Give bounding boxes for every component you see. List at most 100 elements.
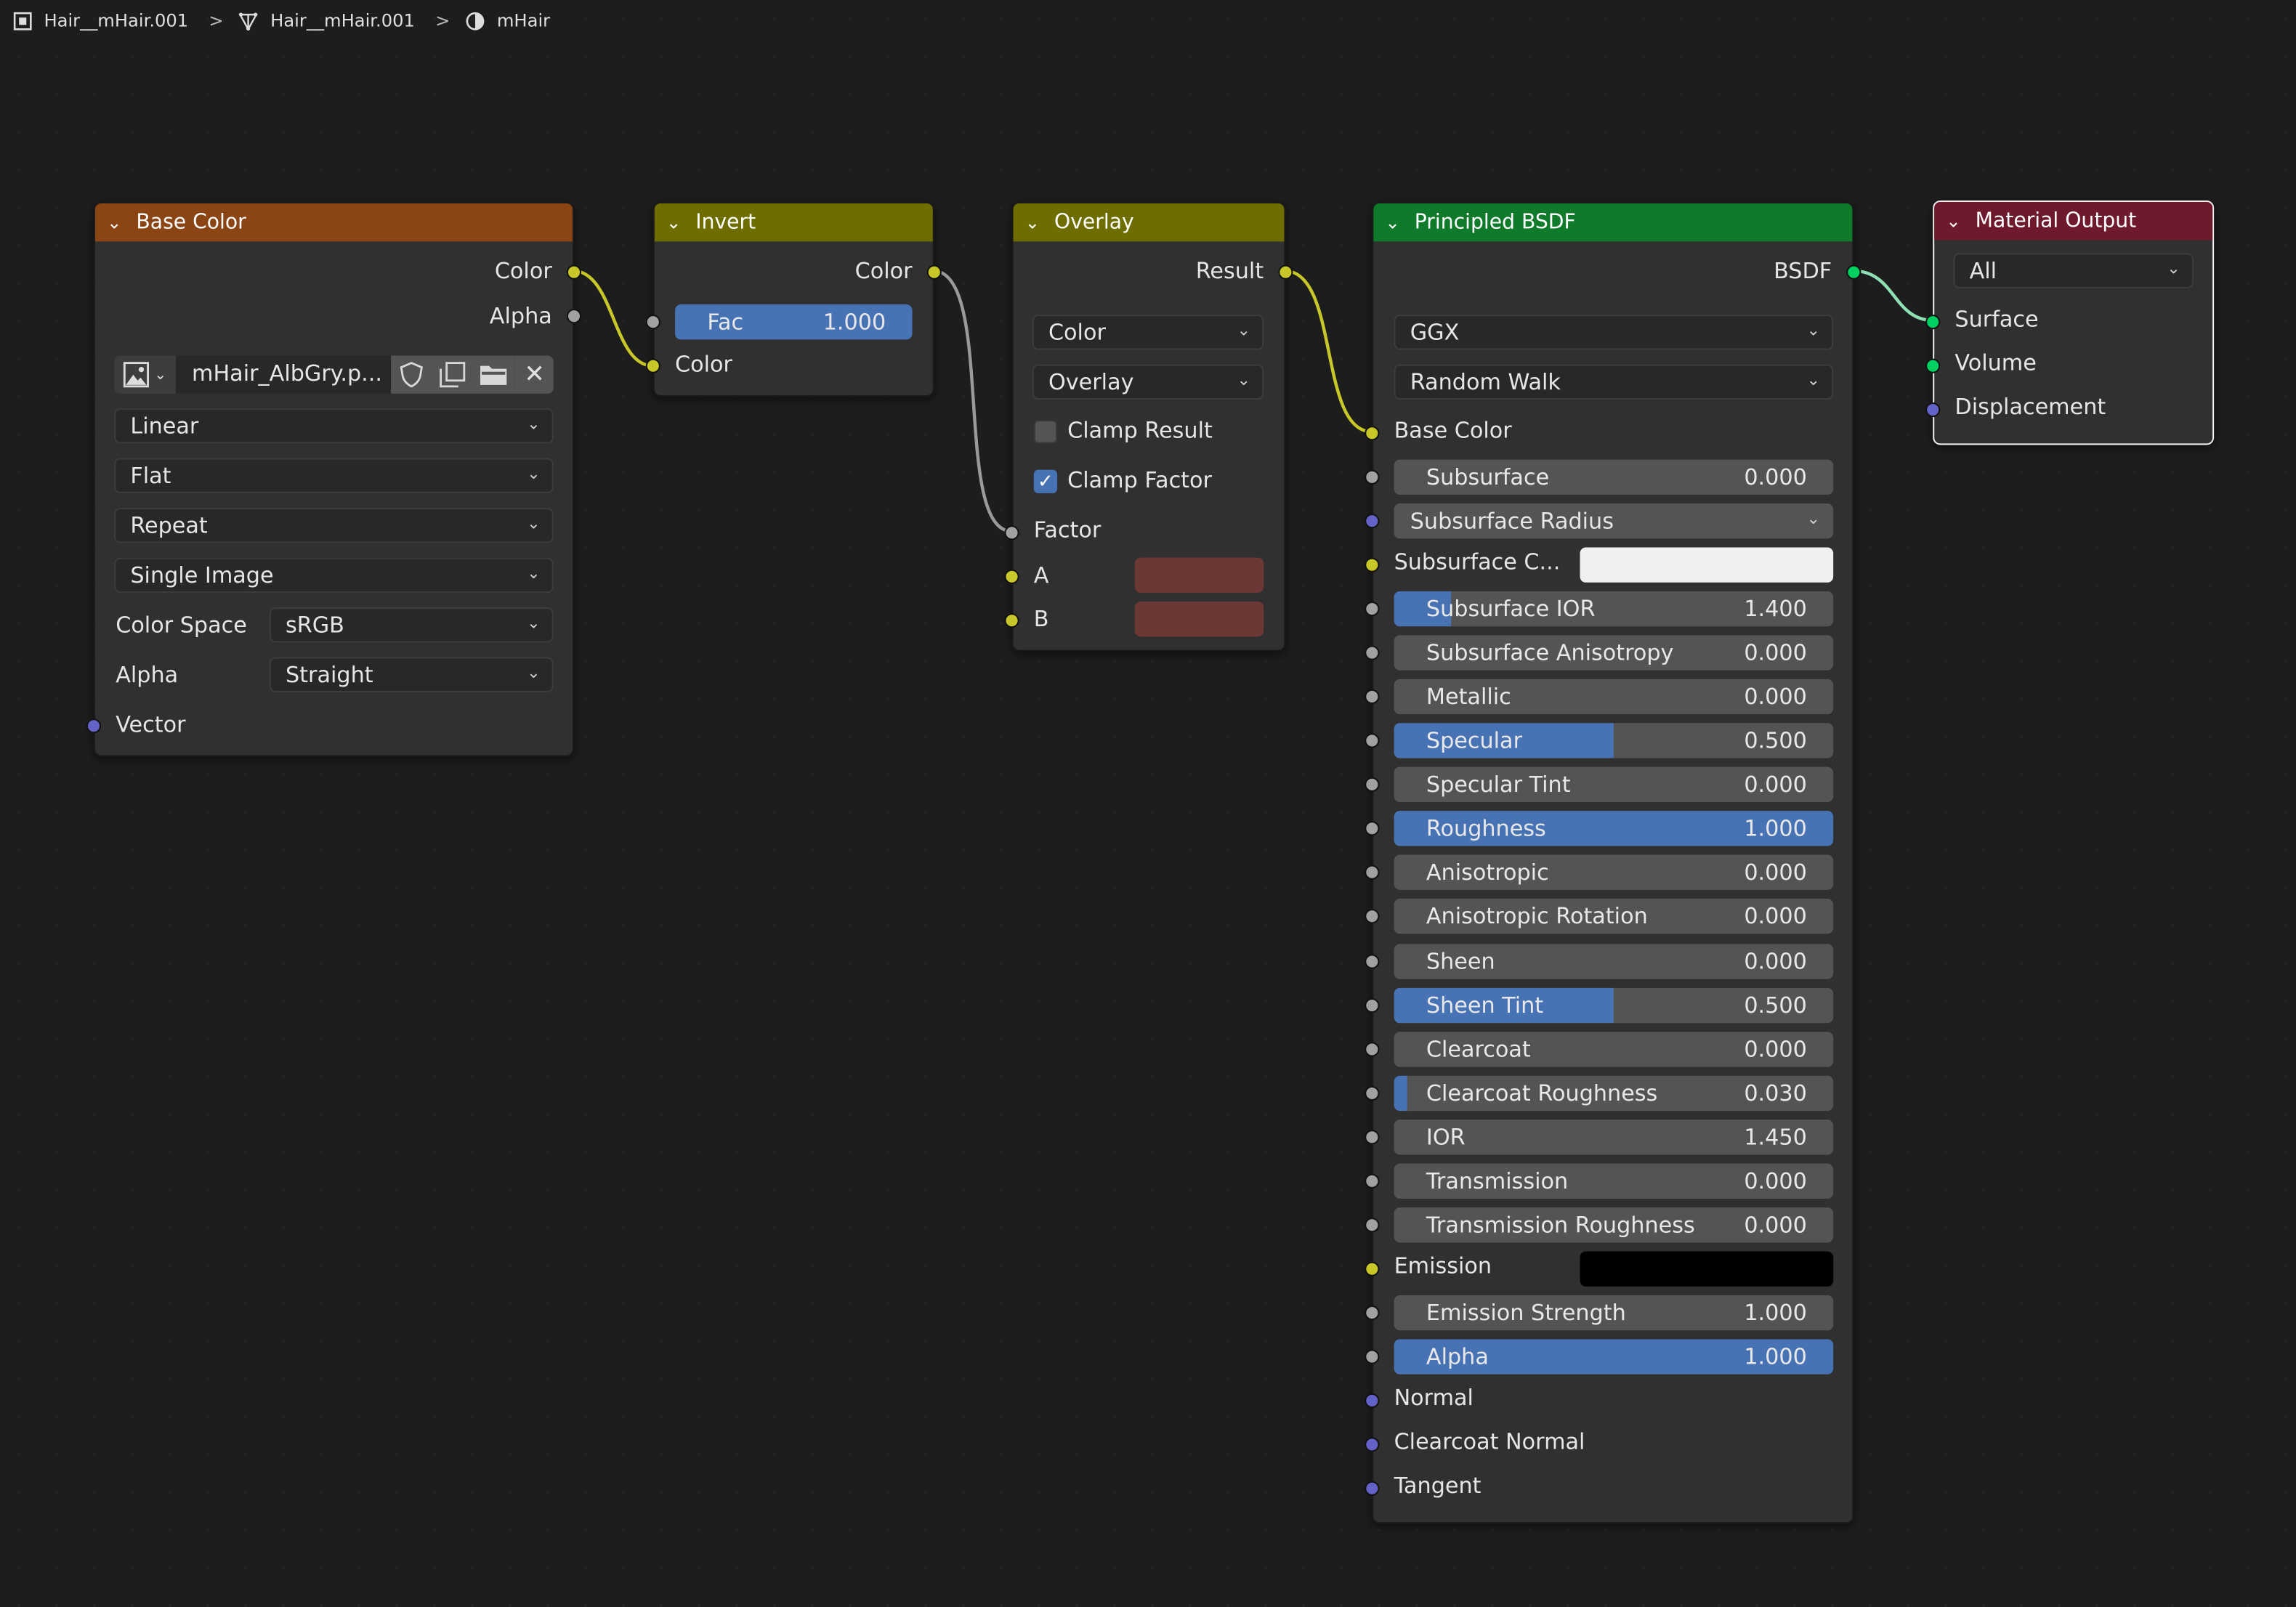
fake-user-button[interactable] bbox=[391, 355, 432, 394]
breadcrumb-item-mesh[interactable]: Hair__mHair.001 bbox=[238, 10, 415, 31]
input-socket-sheen[interactable] bbox=[1365, 953, 1380, 968]
breadcrumb-item-object[interactable]: Hair__mHair.001 bbox=[12, 10, 188, 31]
chevron-down-icon[interactable]: ⌄ bbox=[107, 212, 127, 232]
input-socket-emission-strength[interactable] bbox=[1365, 1306, 1380, 1321]
slider-subsurface-ior[interactable]: Subsurface IOR 1.400 bbox=[1394, 591, 1834, 627]
input-socket-base-color[interactable] bbox=[1365, 426, 1380, 441]
input-socket-clearcoat-normal[interactable] bbox=[1365, 1437, 1380, 1452]
input-socket-specular[interactable] bbox=[1365, 733, 1380, 748]
slider-subsurface[interactable]: Subsurface 0.000 bbox=[1394, 459, 1834, 495]
clamp-result-checkbox[interactable] bbox=[1033, 420, 1058, 444]
input-socket-sheen-tint[interactable] bbox=[1365, 997, 1380, 1013]
breadcrumb-item-material[interactable]: mHair bbox=[465, 10, 550, 31]
slider-roughness[interactable]: Roughness 1.000 bbox=[1394, 811, 1834, 847]
slider-clearcoat[interactable]: Clearcoat 0.000 bbox=[1394, 1031, 1834, 1067]
input-socket-clearcoat[interactable] bbox=[1365, 1041, 1380, 1056]
slider-metallic[interactable]: Metallic 0.000 bbox=[1394, 679, 1834, 715]
chevron-down-icon[interactable]: ⌄ bbox=[1025, 212, 1046, 232]
subsurface-radius-dropdown[interactable]: Subsurface Radius ⌄ bbox=[1394, 503, 1834, 539]
subsurface-method-dropdown[interactable]: Random Walk ⌄ bbox=[1394, 364, 1834, 400]
input-socket-b[interactable] bbox=[1004, 613, 1019, 628]
image-selector[interactable]: ⌄ mHair_AlbGry.p... ✕ bbox=[114, 355, 554, 394]
source-dropdown[interactable]: Single Image ⌄ bbox=[114, 557, 554, 593]
slider-anisotropic-rotation[interactable]: Anisotropic Rotation 0.000 bbox=[1394, 899, 1834, 935]
color-space-dropdown[interactable]: sRGB ⌄ bbox=[269, 607, 554, 643]
slider-specular-tint[interactable]: Specular Tint 0.000 bbox=[1394, 767, 1834, 803]
input-socket-subsurface-color[interactable] bbox=[1365, 557, 1380, 572]
input-socket-vector[interactable] bbox=[86, 719, 102, 734]
output-socket-color[interactable] bbox=[926, 264, 942, 280]
output-socket-bsdf[interactable] bbox=[1846, 264, 1862, 280]
input-socket-factor[interactable] bbox=[1004, 525, 1019, 541]
input-socket-roughness[interactable] bbox=[1365, 821, 1380, 837]
input-socket-anisotropic-rotation[interactable] bbox=[1365, 910, 1380, 925]
clamp-factor-checkbox[interactable]: ✓ bbox=[1033, 469, 1058, 493]
alpha-mode-dropdown[interactable]: Straight ⌄ bbox=[269, 657, 554, 692]
image-texture-node[interactable]: ⌄ Base Color Color Alpha ⌄ mHair_AlbGry.… bbox=[86, 202, 582, 757]
slider-transmission-roughness[interactable]: Transmission Roughness 0.000 bbox=[1394, 1207, 1834, 1243]
chevron-down-icon[interactable]: ⌄ bbox=[666, 212, 687, 232]
chevron-down-icon[interactable]: ⌄ bbox=[1385, 212, 1405, 232]
blend-mode-dropdown[interactable]: Overlay ⌄ bbox=[1032, 364, 1264, 400]
input-socket-anisotropic[interactable] bbox=[1365, 865, 1380, 881]
data-type-dropdown[interactable]: Color ⌄ bbox=[1032, 315, 1264, 350]
duplicate-button[interactable] bbox=[432, 355, 473, 394]
input-socket-fac[interactable] bbox=[645, 315, 660, 330]
slider-sheen[interactable]: Sheen 0.000 bbox=[1394, 943, 1834, 979]
chevron-down-icon[interactable]: ⌄ bbox=[1946, 211, 1966, 231]
image-browse-button[interactable]: ⌄ bbox=[114, 355, 176, 394]
input-socket-subsurface-ior[interactable] bbox=[1365, 602, 1380, 617]
material-output-node[interactable]: ⌄ Material Output All ⌄ Surface Volume D… bbox=[1925, 201, 2215, 445]
slider-sheen-tint[interactable]: Sheen Tint 0.500 bbox=[1394, 987, 1834, 1023]
input-socket-normal[interactable] bbox=[1365, 1393, 1380, 1409]
input-socket-color[interactable] bbox=[645, 358, 660, 373]
node-header[interactable]: ⌄ Principled BSDF bbox=[1373, 203, 1853, 242]
color-swatch-a[interactable] bbox=[1134, 557, 1264, 593]
slider-anisotropic[interactable]: Anisotropic 0.000 bbox=[1394, 855, 1834, 891]
principled-bsdf-node[interactable]: ⌄ Principled BSDF BSDF GGX ⌄ Random Walk… bbox=[1365, 202, 1862, 1524]
input-socket-surface[interactable] bbox=[1925, 315, 1941, 330]
input-socket-tangent[interactable] bbox=[1365, 1481, 1380, 1496]
output-socket-result[interactable] bbox=[1278, 264, 1293, 280]
input-socket-subsurface-radius[interactable] bbox=[1365, 514, 1380, 529]
node-header[interactable]: ⌄ Base Color bbox=[94, 203, 573, 242]
input-socket-transmission-roughness[interactable] bbox=[1365, 1218, 1380, 1233]
subsurface-color-swatch[interactable] bbox=[1580, 547, 1834, 583]
input-socket-clearcoat-roughness[interactable] bbox=[1365, 1085, 1380, 1101]
emission-color-swatch[interactable] bbox=[1580, 1251, 1834, 1287]
slider-ior[interactable]: IOR 1.450 bbox=[1394, 1119, 1834, 1155]
fac-slider[interactable]: Fac 1.000 bbox=[675, 304, 913, 340]
distribution-dropdown[interactable]: GGX ⌄ bbox=[1394, 315, 1834, 350]
input-socket-subsurface-anisotropy[interactable] bbox=[1365, 645, 1380, 660]
unlink-button[interactable]: ✕ bbox=[514, 355, 554, 394]
input-socket-transmission[interactable] bbox=[1365, 1173, 1380, 1189]
open-file-button[interactable] bbox=[472, 355, 514, 394]
slider-emission-strength[interactable]: Emission Strength 1.000 bbox=[1394, 1295, 1834, 1331]
interpolation-dropdown[interactable]: Linear ⌄ bbox=[114, 408, 554, 444]
slider-clearcoat-roughness[interactable]: Clearcoat Roughness 0.030 bbox=[1394, 1075, 1834, 1111]
image-name-field[interactable]: mHair_AlbGry.p... bbox=[192, 360, 382, 386]
input-socket-a[interactable] bbox=[1004, 569, 1019, 584]
input-socket-volume[interactable] bbox=[1925, 358, 1941, 373]
slider-transmission[interactable]: Transmission 0.000 bbox=[1394, 1163, 1834, 1199]
projection-dropdown[interactable]: Flat ⌄ bbox=[114, 458, 554, 493]
invert-node[interactable]: ⌄ Invert Color Fac 1.000 Color bbox=[645, 202, 942, 397]
extension-dropdown[interactable]: Repeat ⌄ bbox=[114, 508, 554, 543]
slider-specular[interactable]: Specular 0.500 bbox=[1394, 723, 1834, 758]
input-socket-subsurface[interactable] bbox=[1365, 469, 1380, 485]
node-header[interactable]: ⌄ Invert bbox=[654, 203, 933, 242]
node-header[interactable]: ⌄ Overlay bbox=[1013, 203, 1285, 242]
output-socket-color[interactable] bbox=[566, 264, 582, 280]
input-socket-ior[interactable] bbox=[1365, 1129, 1380, 1145]
overlay-mix-node[interactable]: ⌄ Overlay Result Color ⌄ Overlay ⌄ Clamp… bbox=[1004, 202, 1293, 652]
input-socket-displacement[interactable] bbox=[1925, 402, 1941, 418]
slider-subsurface-anisotropy[interactable]: Subsurface Anisotropy 0.000 bbox=[1394, 635, 1834, 671]
color-swatch-b[interactable] bbox=[1134, 602, 1264, 637]
slider-alpha[interactable]: Alpha 1.000 bbox=[1394, 1339, 1834, 1375]
input-socket-specular-tint[interactable] bbox=[1365, 777, 1380, 793]
output-socket-alpha[interactable] bbox=[566, 309, 582, 324]
node-header[interactable]: ⌄ Material Output bbox=[1934, 202, 2213, 240]
input-socket-alpha[interactable] bbox=[1365, 1349, 1380, 1364]
input-socket-emission[interactable] bbox=[1365, 1261, 1380, 1276]
input-socket-metallic[interactable] bbox=[1365, 689, 1380, 705]
